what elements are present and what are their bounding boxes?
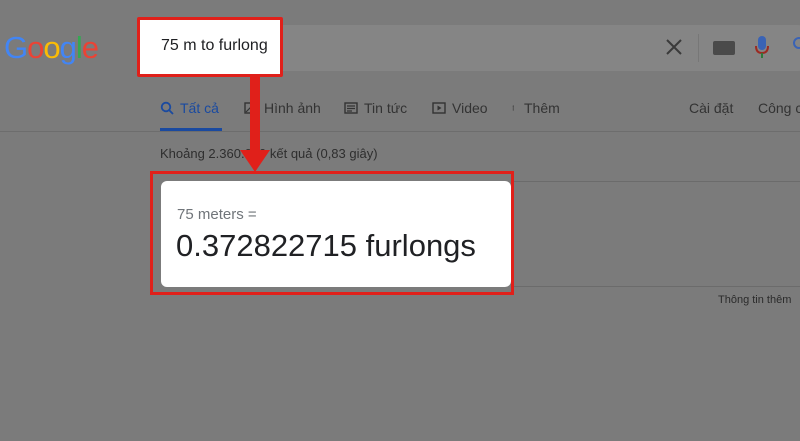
news-icon [344,102,358,114]
annotation-arrow-shaft [250,77,260,153]
logo-letter: o [27,30,44,65]
microphone-icon[interactable] [755,36,769,58]
header-divider [0,131,800,132]
more-vert-icon [512,105,514,111]
tab-all[interactable]: Tất cả [160,100,219,116]
tab-label: Tất cả [180,100,219,116]
search-icon[interactable] [792,36,800,54]
logo-letter: e [81,30,99,65]
card-border-bottom [513,286,800,287]
converter-from-value: 75 meters = [177,206,257,223]
keyboard-icon[interactable] [713,41,735,55]
tools-link[interactable]: Công c [758,100,800,116]
tab-news[interactable]: Tin tức [344,100,407,116]
tab-videos[interactable]: Video [432,100,488,116]
tab-label: Tin tức [364,100,408,116]
search-input[interactable]: 75 m to furlong [161,37,268,55]
more-info-link[interactable]: Thông tin thêm [718,294,791,306]
annotation-arrow-head [240,150,270,172]
tab-more[interactable]: Thêm [512,100,560,116]
tab-label: Thêm [524,100,560,116]
logo-letter: G [4,30,28,65]
converter-result-value: 0.372822715 furlongs [176,228,476,263]
logo-letter: o [43,30,60,65]
close-icon[interactable] [665,38,683,56]
search-icon [160,101,174,115]
card-border-top [513,181,800,182]
video-icon [432,102,446,114]
tab-label: Video [452,100,488,116]
search-divider [698,34,699,62]
google-logo[interactable]: Google [4,30,99,66]
settings-link[interactable]: Cài đặt [689,100,733,116]
tab-label: Hình ảnh [264,100,321,116]
logo-letter: g [59,30,77,65]
